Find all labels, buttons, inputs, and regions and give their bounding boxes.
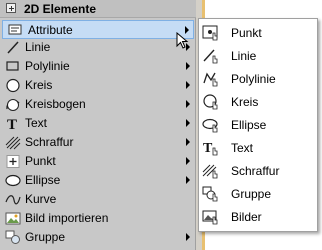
menu-header: 2D Elemente — [0, 0, 196, 18]
menu-item-kreisbogen[interactable]: Kreisbogen — [0, 95, 196, 114]
line-attribute-icon — [202, 48, 222, 64]
image-attribute-icon — [202, 209, 222, 225]
submenu-arrow-icon — [186, 233, 190, 241]
menu-item-label: Kreisbogen — [25, 97, 86, 111]
point-attribute-icon — [202, 25, 222, 41]
submenu-item-label: Text — [231, 141, 254, 155]
submenu-item-label: Bilder — [231, 210, 262, 224]
menu-item-text[interactable]: T Text — [0, 114, 196, 133]
attribute-submenu: Punkt Linie Polylinie Kreis Ellipse T Te… — [198, 18, 318, 232]
menu-item-label: Ellipse — [25, 173, 61, 187]
submenu-item-label: Polylinie — [231, 72, 276, 86]
submenu-item-polylinie[interactable]: Polylinie — [199, 68, 317, 90]
circle-icon — [5, 78, 21, 93]
group-icon — [5, 230, 21, 245]
submenu-arrow-icon — [186, 100, 190, 108]
submenu-item-label: Gruppe — [231, 187, 272, 201]
menu-item-label: Bild importieren — [25, 211, 109, 225]
polyline-icon — [5, 59, 21, 74]
menu-item-polylinie[interactable]: Polylinie — [0, 57, 196, 76]
menu-item-kurve[interactable]: Kurve — [0, 190, 196, 209]
menu-item-label: Gruppe — [25, 230, 66, 244]
circle-attribute-icon — [202, 94, 222, 110]
submenu-item-punkt[interactable]: Punkt — [199, 22, 317, 44]
submenu-arrow-icon — [186, 176, 190, 184]
line-icon — [5, 40, 21, 55]
curve-icon — [5, 192, 21, 207]
submenu-item-gruppe[interactable]: Gruppe — [199, 183, 317, 205]
submenu-item-bilder[interactable]: Bilder — [199, 206, 317, 228]
submenu-item-schraffur[interactable]: Schraffur — [199, 160, 317, 182]
collapse-icon[interactable] — [6, 3, 16, 13]
menu-item-linie[interactable]: Linie — [0, 38, 196, 57]
menu-item-ellipse[interactable]: Ellipse — [0, 171, 196, 190]
text-icon: T — [5, 116, 21, 131]
point-icon — [5, 154, 21, 169]
menu-item-kreis[interactable]: Kreis — [0, 76, 196, 95]
menu-item-label: Linie — [25, 40, 51, 54]
hatch-icon — [5, 135, 21, 150]
menu-item-label: Polylinie — [25, 59, 70, 73]
submenu-item-linie[interactable]: Linie — [199, 45, 317, 67]
menu-item-gruppe[interactable]: Gruppe — [0, 228, 196, 247]
context-menu-screen: 2D Elemente Attribute Linie Polylinie Kr… — [0, 0, 322, 250]
submenu-item-kreis[interactable]: Kreis — [199, 91, 317, 113]
submenu-item-label: Schraffur — [231, 164, 280, 178]
submenu-arrow-icon — [186, 157, 190, 165]
ellipse-icon — [5, 173, 21, 188]
mouse-cursor-icon — [176, 32, 192, 50]
ellipse-attribute-icon — [202, 117, 222, 133]
submenu-item-label: Punkt — [231, 26, 262, 40]
menu-item-label: Kreis — [25, 78, 53, 92]
polyline-attribute-icon — [202, 71, 222, 87]
menu-item-label: Schraffur — [25, 135, 74, 149]
submenu-item-label: Ellipse — [231, 118, 267, 132]
menu-item-schraffur[interactable]: Schraffur — [0, 133, 196, 152]
submenu-item-text[interactable]: T Text — [199, 137, 317, 159]
submenu-arrow-icon — [186, 138, 190, 146]
submenu-arrow-icon — [186, 62, 190, 70]
submenu-item-label: Linie — [231, 49, 257, 63]
menu-title: 2D Elemente — [24, 2, 97, 16]
menu-item-punkt[interactable]: Punkt — [0, 152, 196, 171]
menu-item-label: Text — [25, 116, 48, 130]
submenu-item-label: Kreis — [231, 95, 259, 109]
submenu-arrow-icon — [186, 81, 190, 89]
menu-item-attribute[interactable]: Attribute — [2, 20, 194, 39]
text-attribute-icon: T — [202, 140, 222, 156]
submenu-item-ellipse[interactable]: Ellipse — [199, 114, 317, 136]
menu-item-label: Punkt — [25, 154, 56, 168]
menu-item-label: Attribute — [28, 23, 73, 37]
menu-item-label: Kurve — [25, 192, 57, 206]
menu-item-bild-importieren[interactable]: Bild importieren — [0, 209, 196, 228]
left-menu: 2D Elemente Attribute Linie Polylinie Kr… — [0, 0, 196, 250]
svg-text:T: T — [7, 117, 17, 131]
svg-text:T: T — [203, 141, 213, 156]
arc-icon — [5, 97, 21, 112]
group-attribute-icon — [202, 186, 222, 202]
image-import-icon — [5, 211, 21, 226]
submenu-arrow-icon — [186, 119, 190, 127]
attribute-icon — [8, 23, 24, 38]
hatch-attribute-icon — [202, 163, 222, 179]
